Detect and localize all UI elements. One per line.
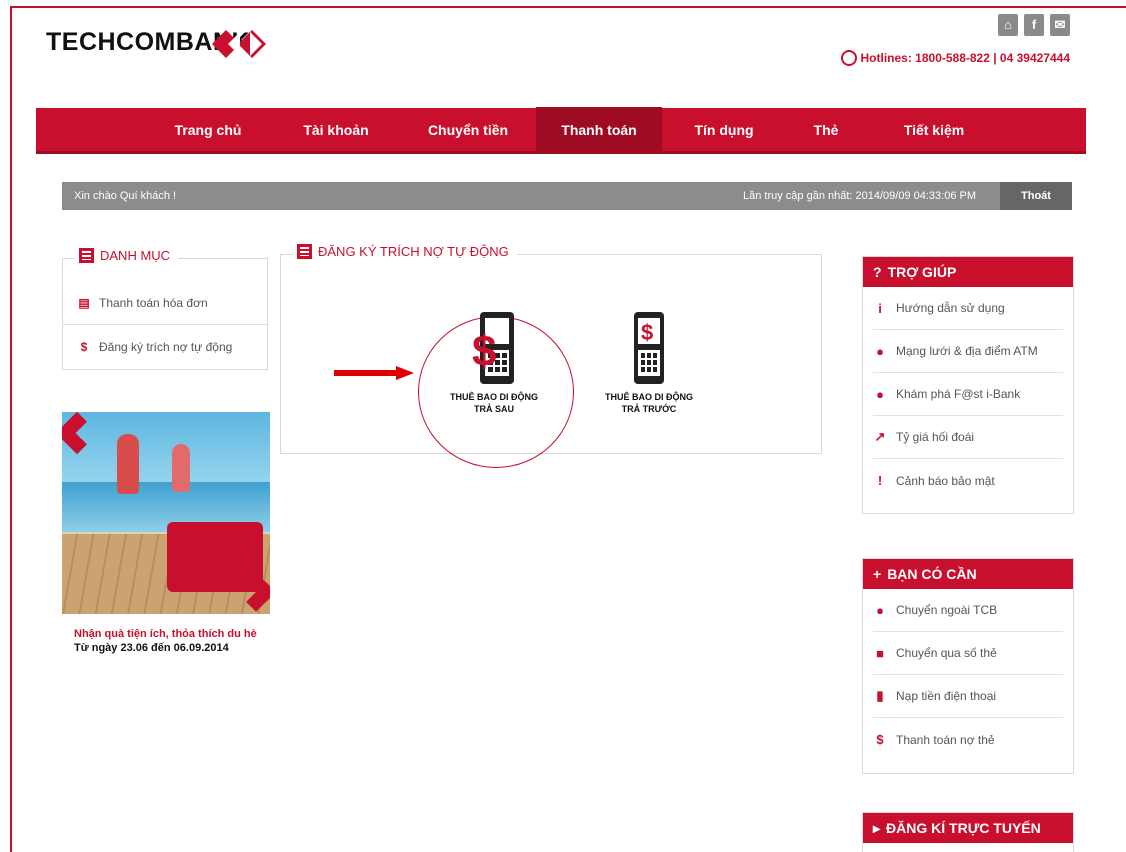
list-icon [297, 244, 312, 259]
home-icon[interactable]: ⌂ [998, 14, 1018, 36]
help-item-label: Mạng lưới & địa điểm ATM [896, 344, 1038, 358]
need-title: BẠN CÓ CẦN [887, 566, 977, 582]
phone-icon [840, 50, 857, 66]
postpaid-phone-icon: $ [472, 312, 514, 384]
help-title: TRỢ GIÚP [887, 264, 957, 280]
arrow-right-icon [334, 366, 414, 380]
trend-icon: ↗ [874, 429, 886, 444]
svg-text:$: $ [641, 320, 653, 345]
nav-item-accounts[interactable]: Tài khoản [272, 107, 400, 153]
svg-text:$: $ [472, 327, 496, 376]
service-postpaid-line1: THUÊ BAO DI ĐỘNG [449, 392, 538, 402]
play-icon: ● [876, 386, 884, 402]
plus-icon: + [873, 566, 882, 582]
last-access-text: Lần truy cập gần nhất: 2014/09/09 04:33:… [742, 190, 976, 202]
mail-icon[interactable]: ✉ [1050, 14, 1070, 36]
nav-item-credit[interactable]: Tín dụng [662, 107, 786, 153]
register-panel[interactable]: ▸ ĐĂNG KÍ TRỰC TUYẾN [862, 812, 1074, 852]
need-item-label: Chuyển qua số thẻ [896, 646, 997, 660]
main-nav: Trang chủ Tài khoản Chuyển tiền Thanh to… [36, 106, 1086, 154]
techcombank-logo-icon [212, 30, 266, 58]
service-prepaid-line1: THUÊ BAO DI ĐỘNG [604, 392, 693, 402]
facebook-icon[interactable]: f [1024, 14, 1044, 36]
category-item-bill-payment[interactable]: ▤ Thanh toán hóa đơn [63, 281, 267, 325]
need-header: + BẠN CÓ CẦN [863, 559, 1073, 589]
need-item-label: Thanh toán nợ thẻ [896, 732, 995, 747]
help-item-explore[interactable]: ● Khám phá F@st i-Bank [873, 373, 1063, 416]
need-item-card-transfer[interactable]: ■ Chuyển qua số thẻ [873, 632, 1063, 675]
warning-icon: ! [877, 473, 883, 488]
map-pin-icon: ● [876, 343, 884, 359]
category-panel: DANH MỤC ▤ Thanh toán hóa đơn $ Đăng ký … [62, 248, 268, 370]
register-header: ▸ ĐĂNG KÍ TRỰC TUYẾN [863, 813, 1073, 843]
chevron-left-icon[interactable] [62, 412, 99, 455]
service-prepaid-line2: TRẢ TRƯỚC [621, 404, 677, 414]
need-item-label: Nạp tiền điện thoại [896, 689, 997, 703]
bill-icon: ▤ [78, 295, 90, 310]
need-panel: + BẠN CÓ CẦN ● Chuyển ngoài TCB ■ Chuyển q… [862, 558, 1074, 774]
help-item-label: Hướng dẫn sử dụng [896, 301, 1005, 315]
prepaid-phone-icon: $ [634, 312, 664, 384]
service-postpaid[interactable]: $ THUÊ BAO DI ĐỘNG TRẢ SAU [434, 306, 554, 415]
help-panel: ? TRỢ GIÚP i Hướng dẫn sử dụng ● Mạng lưới… [862, 256, 1074, 514]
service-postpaid-line2: TRẢ SAU [474, 404, 514, 414]
promo-caption[interactable]: Nhận quà tiện ích, thỏa thích du hè [74, 628, 257, 640]
nav-item-cards[interactable]: Thẻ [786, 107, 866, 153]
question-icon: ? [873, 264, 882, 280]
card-payment-icon: $ [876, 732, 884, 747]
promo-dates: Từ ngày 23.06 đến 06.09.2014 [74, 642, 229, 654]
welcome-text: Xin chào Quí khách ! [74, 190, 177, 202]
category-title-text: DANH MỤC [100, 248, 171, 263]
social-icons: ⌂ f ✉ [998, 14, 1070, 36]
promo-banner[interactable] [62, 412, 270, 614]
category-title: DANH MỤC [75, 248, 179, 263]
nav-item-home[interactable]: Trang chủ [144, 107, 272, 153]
nav-item-transfer[interactable]: Chuyển tiền [400, 107, 536, 153]
mobile-icon: ▮ [876, 688, 884, 703]
register-title: ĐĂNG KÍ TRỰC TUYẾN [886, 820, 1041, 836]
list-icon [79, 248, 94, 263]
help-item-label: Tỷ giá hối đoái [896, 430, 975, 444]
help-item-guide[interactable]: i Hướng dẫn sử dụng [873, 287, 1063, 330]
greeting-bar: Xin chào Quí khách ! Lần truy cập gần nh… [62, 182, 1072, 210]
promo-child-figure [117, 434, 139, 494]
service-prepaid[interactable]: $ THUÊ BAO DI ĐỘNG TRẢ TRƯỚC [594, 306, 704, 415]
category-item-label: Thanh toán hóa đơn [99, 295, 208, 310]
nav-item-payment[interactable]: Thanh toán [536, 106, 662, 153]
auto-debit-title: ĐĂNG KÝ TRÍCH NỢ TỰ ĐỘNG [293, 244, 517, 259]
auto-debit-title-text: ĐĂNG KÝ TRÍCH NỢ TỰ ĐỘNG [318, 244, 509, 259]
logout-button[interactable]: Thoát [1000, 182, 1072, 210]
category-item-label: Đăng ký trích nợ tự động [99, 340, 233, 354]
help-item-security[interactable]: ! Cảnh báo bảo mật [873, 459, 1063, 502]
help-item-label: Khám phá F@st i-Bank [896, 387, 1021, 401]
help-item-label: Cảnh báo bảo mật [896, 473, 995, 488]
nav-item-savings[interactable]: Tiết kiệm [866, 107, 1002, 153]
need-item-external-transfer[interactable]: ● Chuyển ngoài TCB [873, 589, 1063, 632]
category-item-auto-debit[interactable]: $ Đăng ký trích nợ tự động [63, 325, 267, 369]
need-item-topup[interactable]: ▮ Nạp tiền điện thoại [873, 675, 1063, 718]
help-item-exchange[interactable]: ↗ Tỷ giá hối đoái [873, 416, 1063, 459]
hotline: Hotlines: 1800-588-822 | 04 39427444 [840, 50, 1071, 66]
info-icon: i [878, 300, 882, 316]
card-icon: ■ [876, 645, 884, 661]
transfer-icon: ● [876, 602, 884, 618]
hotline-text: Hotlines: 1800-588-822 | 04 39427444 [860, 51, 1071, 65]
auto-debit-icon: $ [80, 340, 88, 354]
help-header: ? TRỢ GIÚP [863, 257, 1073, 287]
play-icon: ▸ [873, 819, 881, 836]
need-item-card-debt[interactable]: $ Thanh toán nợ thẻ [873, 718, 1063, 761]
need-item-label: Chuyển ngoài TCB [896, 603, 998, 617]
promo-child-figure [172, 444, 190, 492]
help-item-atm[interactable]: ● Mạng lưới & địa điểm ATM [873, 330, 1063, 373]
